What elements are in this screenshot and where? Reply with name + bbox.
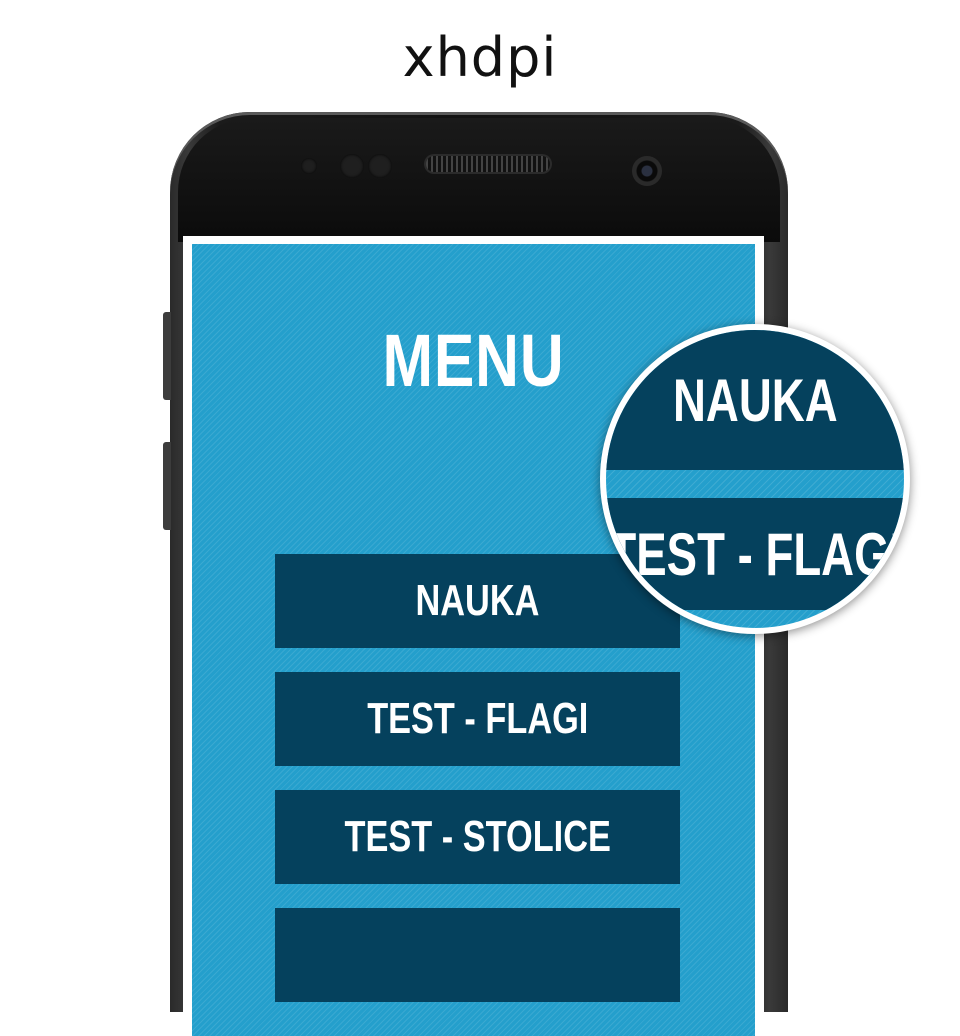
menu-button-label: TEST - STOLICE: [344, 812, 611, 861]
magnified-label: TEST - FLAGI: [608, 520, 902, 588]
sensor-left-icon: [340, 154, 364, 178]
phone-side-button-upper: [163, 312, 171, 400]
proximity-sensor-icon: [301, 158, 317, 174]
menu-button-test-flagi[interactable]: TEST - FLAGI: [275, 672, 680, 766]
phone-top-bezel: [178, 118, 780, 242]
earpiece-speaker: [426, 156, 550, 172]
phone-side-button-lower: [163, 442, 171, 530]
density-label: xhdpi: [402, 26, 558, 89]
menu-button-partial[interactable]: [275, 908, 680, 1002]
magnifier-callout: NAUKA TEST - FLAGI: [600, 324, 910, 634]
front-camera-icon: [632, 156, 662, 186]
magnified-button-test-flagi: TEST - FLAGI: [606, 498, 904, 610]
magnified-button-nauka: NAUKA: [606, 330, 904, 470]
menu-button-label: TEST - FLAGI: [366, 694, 589, 743]
magnified-label: NAUKA: [672, 366, 838, 434]
menu-button-label: NAUKA: [415, 576, 540, 625]
menu-button-test-stolice[interactable]: TEST - STOLICE: [275, 790, 680, 884]
sensor-right-icon: [368, 154, 392, 178]
